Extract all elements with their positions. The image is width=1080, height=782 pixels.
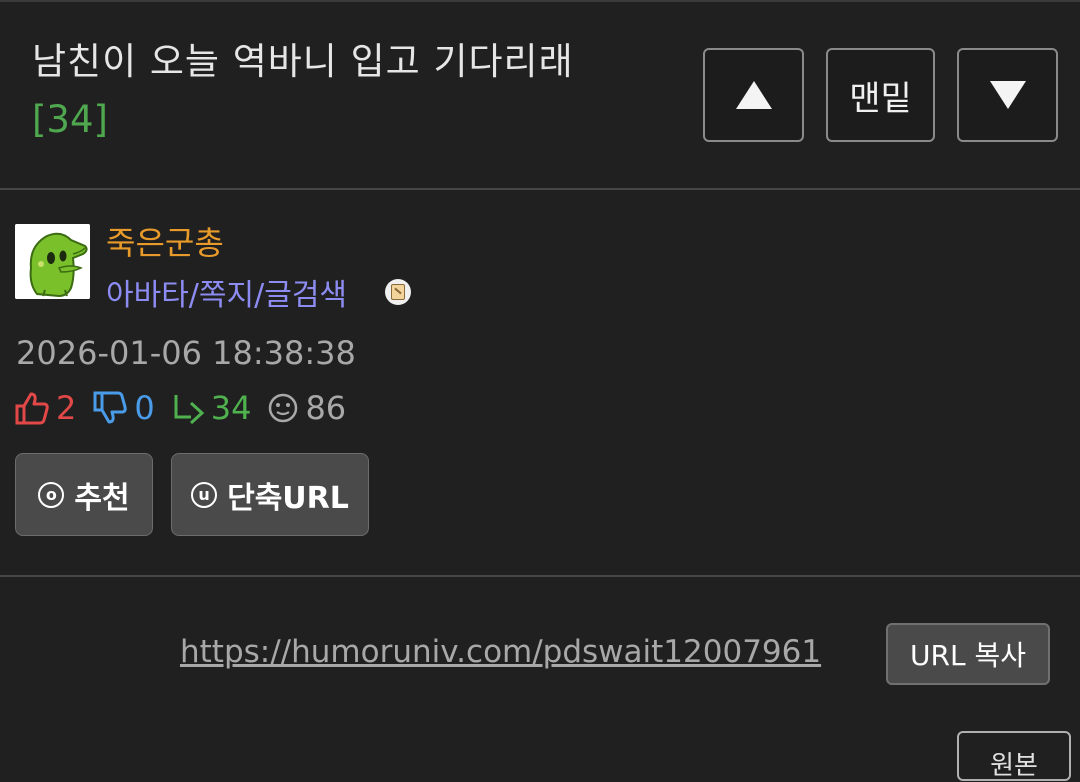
upvote-stat: 2 [14, 389, 76, 427]
thumbs-up-icon [15, 392, 49, 425]
reply-arrow-icon [174, 395, 204, 425]
triangle-down-icon [989, 81, 1026, 109]
copy-url-button[interactable]: URL 복사 [886, 623, 1050, 685]
comment-count[interactable]: [34] [32, 96, 672, 144]
top-divider [0, 0, 1080, 2]
short-url-label: 단축URL [227, 480, 349, 516]
header-divider [0, 188, 1080, 190]
author-name[interactable]: 죽은군총 [106, 218, 224, 264]
post-date: 2026-01-06 18:38:38 [16, 334, 356, 372]
post-title: 남친이 오늘 역바니 입고 기다리래 [32, 40, 574, 83]
circle-o-icon: o [38, 481, 65, 508]
actions-divider [0, 575, 1080, 577]
short-url-button[interactable]: u 단축URL [171, 453, 369, 536]
green-dinosaur-avatar-icon [15, 224, 90, 299]
scroll-bottom-button[interactable]: 맨밑 [826, 48, 935, 142]
view-stat: 86 [267, 389, 346, 427]
triangle-up-icon [735, 81, 772, 109]
avatar[interactable] [15, 224, 90, 299]
reply-count: 34 [210, 389, 252, 427]
downvote-stat: 0 [92, 389, 155, 427]
original-button[interactable]: 원본 [957, 731, 1071, 781]
view-count: 86 [305, 389, 347, 427]
reply-stat: 34 [171, 389, 252, 427]
scroll-badge-icon [385, 279, 411, 305]
downvote-count: 0 [134, 389, 155, 427]
circle-u-icon: u [191, 481, 218, 508]
upvote-count: 2 [56, 389, 77, 427]
recommend-button[interactable]: o 추천 [15, 453, 153, 536]
scroll-down-button[interactable] [957, 48, 1058, 142]
scroll-up-button[interactable] [703, 48, 804, 142]
post-url-link[interactable]: https://humoruniv.com/pdswait12007961 [180, 634, 821, 670]
smiley-icon [269, 393, 298, 423]
thumbs-down-icon [93, 391, 128, 424]
recommend-label: 추천 [74, 480, 130, 516]
post-stats: 2 0 34 86 [14, 388, 362, 428]
post-header: 남친이 오늘 역바니 입고 기다리래 [34] [32, 38, 672, 144]
author-links[interactable]: 아바타/쪽지/글검색 [106, 270, 347, 314]
